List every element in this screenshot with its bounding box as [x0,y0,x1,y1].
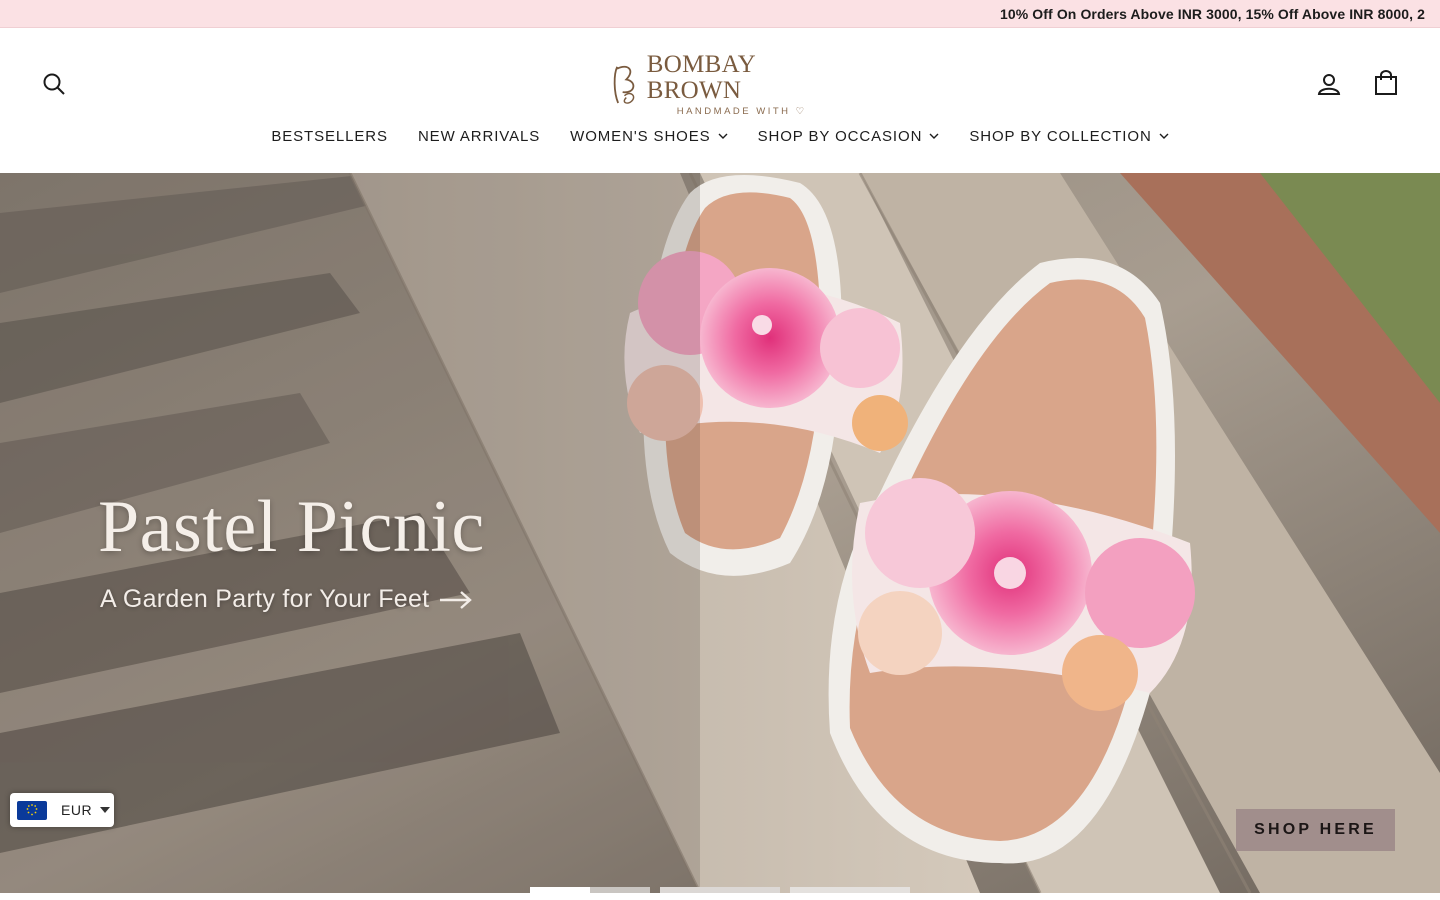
slide-dot-3[interactable] [790,887,910,893]
announcement-bar: 10% Off On Orders Above INR 3000, 15% Of… [0,0,1440,28]
brand-tagline: HANDMADE WITH ♡ [676,105,807,117]
nav-item-shop-by-occasion[interactable]: SHOP BY OCCASION [743,124,955,148]
nav-item-bestsellers[interactable]: BESTSELLERS [256,124,403,148]
nav-item-new-arrivals[interactable]: NEW ARRIVALS [403,124,555,148]
arrow-right-icon [440,590,473,609]
hero-subtitle[interactable]: A Garden Party for Your Feet [100,585,473,614]
user-icon[interactable] [1315,70,1343,98]
nav-label: SHOP BY OCCASION [757,127,923,145]
shop-here-button[interactable]: SHOP HERE [1236,809,1395,851]
currency-selector[interactable]: EUR [10,793,114,827]
nav-label: BESTSELLERS [271,127,388,145]
logo-monogram-icon [613,65,635,104]
main-navigation: BESTSELLERS NEW ARRIVALS WOMEN'S SHOES S… [0,124,1440,148]
hero-banner[interactable]: Pastel Picnic A Garden Party for Your Fe… [0,173,1440,893]
hero-subtitle-text: A Garden Party for Your Feet [100,585,430,613]
nav-label: SHOP BY COLLECTION [969,127,1152,145]
currency-code: EUR [61,802,93,818]
shopping-bag-icon[interactable] [1372,68,1400,98]
brand-logo[interactable]: BOMBAY BROWN HANDMADE WITH ♡ [610,51,836,117]
nav-item-shop-by-collection[interactable]: SHOP BY COLLECTION [954,124,1183,148]
nav-label: WOMEN'S SHOES [570,127,711,145]
search-icon[interactable] [40,70,68,98]
slider-pagination [0,887,1440,893]
chevron-down-icon [718,133,728,139]
chevron-down-icon [929,133,939,139]
brand-name: BOMBAY BROWN [646,50,756,104]
hero-title: Pastel Picnic [98,486,485,568]
chevron-down-icon [1159,133,1169,139]
site-header: BOMBAY BROWN HANDMADE WITH ♡ BESTSELLERS… [0,28,1440,173]
slide-dot-1[interactable] [530,887,650,893]
eu-flag-icon [17,800,47,820]
slide-dot-2[interactable] [660,887,780,893]
announcement-text: 10% Off On Orders Above INR 3000, 15% Of… [1000,6,1426,22]
caret-down-icon [100,807,111,813]
slide-progress [530,887,590,893]
nav-item-womens-shoes[interactable]: WOMEN'S SHOES [555,124,742,148]
nav-label: NEW ARRIVALS [417,127,541,145]
